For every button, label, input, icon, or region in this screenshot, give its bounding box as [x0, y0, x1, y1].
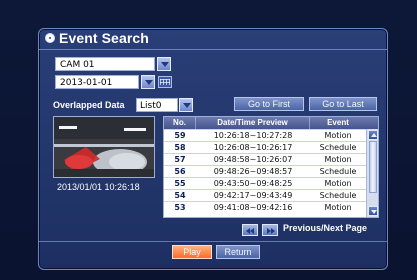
cell-event: Motion: [324, 203, 352, 212]
cell-datetime: 09:41:08~09:42:16: [213, 203, 293, 212]
parking-lot-preview-image: [54, 117, 154, 177]
table-row[interactable]: 55 09:43:50~09:48:25 Motion: [164, 177, 366, 189]
titlebar: Event Search: [39, 29, 387, 50]
return-button[interactable]: Return: [216, 245, 260, 259]
table-row[interactable]: 56 09:48:26~09:48:57 Schedule: [164, 165, 366, 177]
column-event: Event: [327, 118, 349, 127]
camera-select[interactable]: CAM 01: [55, 57, 155, 71]
table-rows: 59 10:26:18~10:27:28 Motion 58 10:26:08~…: [164, 129, 366, 217]
go-to-first-button[interactable]: Go to First: [234, 97, 304, 111]
camera-dropdown-button[interactable]: [157, 57, 171, 71]
scroll-down-icon[interactable]: [368, 206, 378, 216]
table-scrollbar[interactable]: [366, 129, 378, 217]
previous-next-page-label: Previous/Next Page: [283, 223, 368, 233]
window-title: Event Search: [59, 30, 149, 46]
table-row[interactable]: 59 10:26:18~10:27:28 Motion: [164, 129, 366, 141]
column-datetime-preview: Date/Time Preview: [196, 117, 310, 129]
column-no: No.: [164, 117, 196, 129]
previous-page-icon[interactable]: [242, 224, 258, 236]
table-row[interactable]: 57 09:48:58~10:26:07 Motion: [164, 153, 366, 165]
scroll-thumb[interactable]: [369, 141, 377, 193]
event-table: No. Date/Time Preview Event 59 10:26:18~…: [163, 116, 379, 218]
bottom-divider: [39, 241, 387, 242]
play-button[interactable]: Play: [172, 245, 212, 259]
scroll-up-icon[interactable]: [368, 130, 378, 140]
cell-no: 53: [174, 203, 186, 212]
next-page-icon[interactable]: [262, 224, 278, 236]
video-preview[interactable]: [53, 116, 155, 178]
title-bullet-icon: [45, 33, 55, 43]
event-search-window: Event Search CAM 01 2013-01-01 Overlappe…: [38, 28, 388, 270]
table-row[interactable]: 53 09:41:08~09:42:16 Motion: [164, 201, 366, 213]
calendar-icon[interactable]: [158, 76, 172, 88]
preview-timestamp: 2013/01/01 10:26:18: [57, 182, 140, 192]
go-to-last-button[interactable]: Go to Last: [309, 97, 377, 111]
table-row[interactable]: 58 10:26:08~10:26:17 Schedule: [164, 141, 366, 153]
overlapped-data-select[interactable]: List0: [136, 98, 178, 112]
table-header: No. Date/Time Preview Event: [164, 117, 378, 129]
overlapped-data-label: Overlapped Data: [53, 100, 125, 110]
date-dropdown-button[interactable]: [141, 75, 155, 89]
table-row[interactable]: 54 09:42:17~09:43:49 Schedule: [164, 189, 366, 201]
dvr-screen: Event Search CAM 01 2013-01-01 Overlappe…: [0, 0, 417, 280]
date-field[interactable]: 2013-01-01: [55, 75, 139, 89]
overlapped-data-dropdown-button[interactable]: [179, 98, 193, 112]
